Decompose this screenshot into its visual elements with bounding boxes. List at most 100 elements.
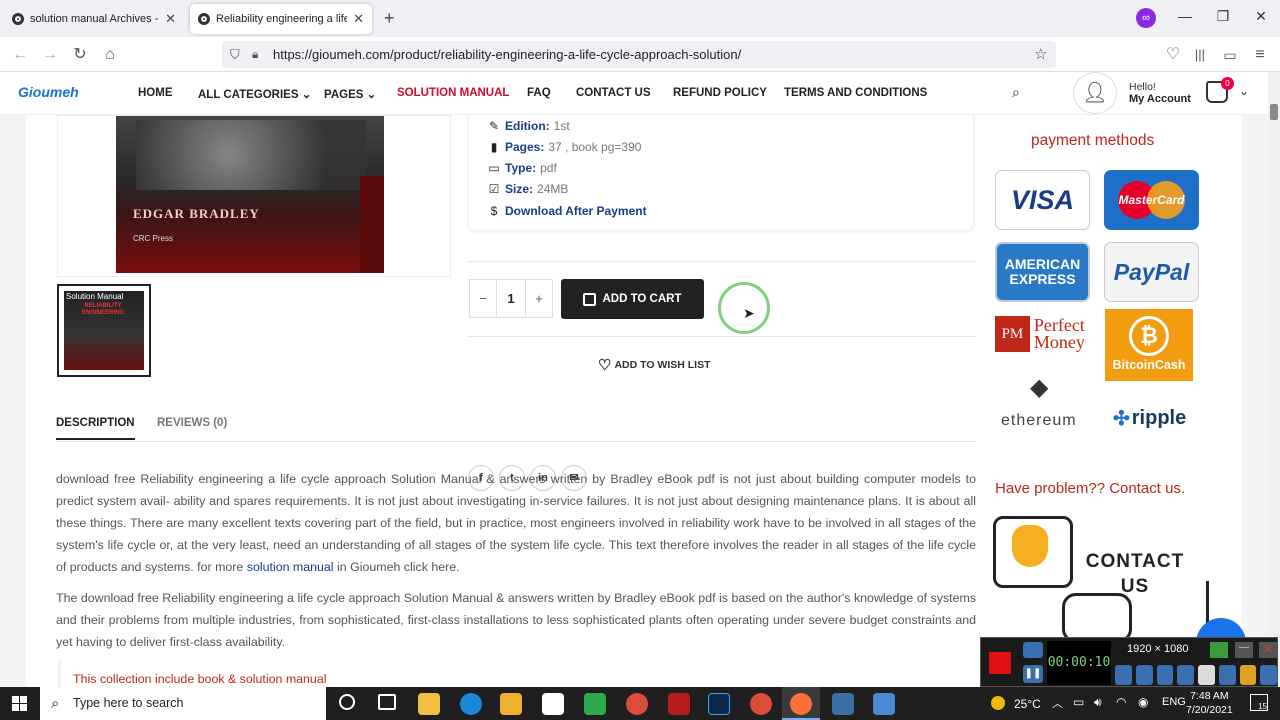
meta-label: Size: bbox=[505, 182, 534, 196]
menu-terms[interactable]: TERMS AND CONDITIONS bbox=[784, 87, 927, 99]
reload-button[interactable]: ↻ bbox=[69, 44, 91, 66]
home-button[interactable]: ⌂ bbox=[99, 44, 121, 66]
mail-icon[interactable] bbox=[542, 693, 564, 715]
camera-icon[interactable] bbox=[1023, 642, 1043, 658]
menu-home[interactable]: HOME bbox=[138, 87, 173, 99]
chrome-icon[interactable] bbox=[626, 693, 648, 715]
pocket-icon[interactable]: ♡ bbox=[1162, 44, 1184, 66]
settings-gear-icon[interactable] bbox=[1260, 665, 1277, 685]
forward-button[interactable]: → bbox=[39, 44, 61, 66]
edge-icon[interactable] bbox=[460, 693, 482, 715]
tab-reviews[interactable]: REVIEWS (0) bbox=[157, 417, 227, 429]
thumbnail-title: Solution Manual bbox=[66, 292, 124, 301]
private-browsing-icon[interactable]: ∞ bbox=[1136, 8, 1156, 28]
lock-icon[interactable]: 🔒︎ bbox=[252, 41, 258, 68]
close-window-button[interactable]: ✕ bbox=[1246, 8, 1276, 25]
filezilla-icon[interactable] bbox=[668, 693, 690, 715]
back-button[interactable]: ← bbox=[9, 44, 31, 66]
book-cover-image[interactable]: EDGAR BRADLEY CRC Press bbox=[116, 116, 384, 273]
file-explorer-icon[interactable] bbox=[500, 693, 522, 715]
taskbar-search-box[interactable]: ⌕ Type here to search bbox=[40, 687, 326, 720]
tab-solution-archives[interactable]: solution manual Archives - Solu ✕ bbox=[4, 4, 184, 34]
library-icon[interactable]: ||| bbox=[1189, 44, 1211, 66]
chrome-profile-icon[interactable] bbox=[750, 693, 772, 715]
recorder-green-icon[interactable] bbox=[1210, 642, 1228, 658]
menu-icon[interactable]: ≡ bbox=[1249, 44, 1271, 66]
photoshop-icon[interactable] bbox=[708, 693, 730, 715]
url-bar[interactable]: ⛉ 🔒︎ https://gioumeh.com/product/reliabi… bbox=[222, 41, 1056, 68]
keyboard-icon[interactable] bbox=[1177, 665, 1194, 685]
folder-icon[interactable] bbox=[1239, 665, 1257, 685]
webcam-icon[interactable] bbox=[1156, 665, 1174, 685]
cart-chevron-icon[interactable]: ⌄ bbox=[1239, 84, 1249, 98]
tray-chevron-icon[interactable]: ︿ bbox=[1052, 695, 1063, 711]
add-to-wishlist-link[interactable]: ♡ ADD TO WISH LIST bbox=[598, 356, 711, 374]
menu-contact-us[interactable]: CONTACT US bbox=[576, 87, 651, 99]
scrollbar-thumb[interactable] bbox=[1270, 104, 1278, 120]
store-icon[interactable] bbox=[418, 693, 440, 715]
microphone-icon[interactable] bbox=[1135, 665, 1153, 685]
clock-date: 7/20/2021 bbox=[1186, 704, 1233, 716]
app-icon[interactable] bbox=[832, 693, 854, 715]
windows-start-icon[interactable] bbox=[12, 696, 27, 711]
firefox-taskbar-active[interactable] bbox=[782, 687, 820, 720]
menu-all-categories[interactable]: ALL CATEGORIES ⌄ bbox=[198, 87, 311, 101]
stop-record-button[interactable] bbox=[989, 652, 1011, 674]
network-icon[interactable]: ◠ bbox=[1116, 695, 1126, 709]
photos-icon[interactable] bbox=[873, 693, 895, 715]
qty-minus-button[interactable]: − bbox=[470, 291, 496, 306]
language-indicator[interactable]: ENG bbox=[1162, 696, 1186, 708]
pause-button[interactable]: ❚❚ bbox=[1023, 665, 1043, 683]
qty-plus-button[interactable]: + bbox=[526, 291, 552, 306]
tray-app-icon[interactable]: ◉ bbox=[1138, 695, 1148, 709]
weather-temp[interactable]: 25°C bbox=[1014, 697, 1041, 711]
menu-solution-manual[interactable]: SOLUTION MANUAL bbox=[397, 87, 509, 99]
page-scrollbar[interactable] bbox=[1268, 72, 1280, 687]
engine-illustration bbox=[136, 120, 366, 190]
minimize-button[interactable]: — bbox=[1170, 8, 1200, 24]
site-logo[interactable]: Gioumeh bbox=[18, 84, 79, 100]
pen-icon[interactable] bbox=[1218, 665, 1236, 685]
task-view-icon[interactable] bbox=[378, 694, 396, 710]
close-tab-icon[interactable]: ✕ bbox=[159, 11, 176, 27]
add-to-cart-button[interactable]: ADD TO CART bbox=[561, 279, 704, 319]
recorder-close-icon[interactable]: ✕ bbox=[1259, 642, 1277, 658]
user-avatar-icon[interactable]: 👤︎ bbox=[1073, 72, 1117, 114]
shield-icon[interactable]: ⛉ bbox=[230, 41, 240, 68]
menu-refund-policy[interactable]: REFUND POLICY bbox=[673, 87, 767, 99]
weather-sun-icon[interactable] bbox=[991, 696, 1005, 710]
recorder-minimize-icon[interactable]: — bbox=[1235, 642, 1253, 658]
search-icon[interactable]: ⌕ bbox=[1012, 84, 1020, 101]
screen-recorder-toolbar: ❚❚ 00:00:10 1920 × 1080 — ✕ bbox=[980, 637, 1278, 687]
notification-center-icon[interactable]: 15 bbox=[1250, 694, 1268, 711]
hand-wave-illustration[interactable] bbox=[993, 516, 1073, 588]
menu-faq[interactable]: FAQ bbox=[527, 87, 551, 99]
volume-icon[interactable]: 🔊︎ bbox=[1094, 695, 1102, 710]
cortana-icon[interactable] bbox=[339, 694, 355, 710]
tab-description[interactable]: DESCRIPTION bbox=[56, 417, 135, 440]
sidebar-icon[interactable]: ▭ bbox=[1219, 44, 1241, 66]
divider bbox=[468, 261, 976, 262]
restore-button[interactable]: ❐ bbox=[1208, 8, 1238, 25]
bookmark-star-icon[interactable]: ☆ bbox=[1034, 41, 1047, 68]
solution-manual-link[interactable]: solution manual bbox=[247, 560, 334, 574]
battery-icon[interactable]: ▭ bbox=[1073, 695, 1084, 709]
qty-input[interactable]: 1 bbox=[496, 280, 526, 317]
tab-reliability-engineering[interactable]: Reliability engineering a life cyc ✕ bbox=[190, 4, 372, 34]
ripple-logo-icon: ✣ bbox=[1113, 408, 1130, 430]
speaker-icon[interactable] bbox=[1115, 665, 1132, 685]
site-header: Gioumeh HOME ALL CATEGORIES ⌄ PAGES ⌄ SO… bbox=[0, 72, 1268, 115]
menu-pages[interactable]: PAGES ⌄ bbox=[324, 87, 376, 101]
clock[interactable]: 7:48 AM 7/20/2021 bbox=[1186, 689, 1233, 717]
close-tab-icon[interactable]: ✕ bbox=[347, 11, 364, 27]
cursor-icon[interactable] bbox=[1198, 665, 1215, 685]
camtasia-icon[interactable] bbox=[584, 693, 606, 715]
checkbox-icon: ☑ bbox=[488, 182, 500, 196]
download-after-payment[interactable]: Download After Payment bbox=[505, 204, 647, 218]
pencil-icon: ✎ bbox=[488, 119, 500, 133]
contact-us-graphic-text[interactable]: CONTACT US bbox=[1085, 549, 1185, 599]
my-account-link[interactable]: My Account bbox=[1129, 93, 1191, 105]
mastercard-icon: MasterCard bbox=[1104, 170, 1199, 230]
product-thumbnail[interactable]: Solution Manual RELIABILITY ENGINEERING bbox=[57, 284, 151, 377]
new-tab-button[interactable]: + bbox=[384, 8, 395, 29]
